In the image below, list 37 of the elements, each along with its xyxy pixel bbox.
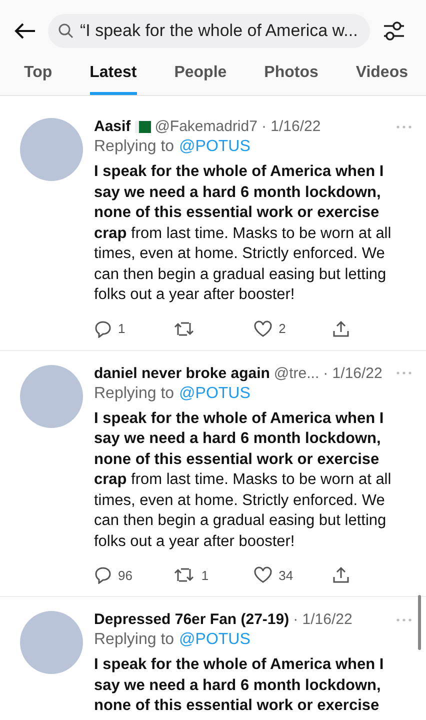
retweet-icon[interactable] [173,567,196,583]
tab[interactable]: Photos [264,60,318,95]
tab[interactable]: Videos [356,60,408,95]
back-arrow-icon[interactable] [14,22,36,40]
tweet-text: I speak for the whole of America when I say we need a hard 6 month lockdown, none of this essential work or exercise crap from last time. Masks to be worn at all times, even at home. Strictly enforced. We can then begin a gradual easing but letting folks out a year after booster! [94,408,392,552]
user-name[interactable]: Depressed 76er Fan (27-19) [94,611,290,628]
tab[interactable]: Latest [90,60,137,95]
user-name[interactable]: daniel never broke again [94,364,270,382]
user-handle: @tre... [274,364,320,382]
like-count: 34 [278,568,294,582]
reply-count: 1 [118,321,126,336]
tab[interactable]: People [174,60,227,95]
search-icon [58,23,74,39]
settings-icon[interactable] [382,20,406,42]
user-name[interactable]: Aasif [94,118,131,135]
tweet-text: I speak for the whole of America when I say we need a hard 6 month lockdown, none of this essential work or exercise [94,655,385,716]
share-icon[interactable] [332,566,350,584]
search-field[interactable]: “I speak for the whole of America w... [48,14,370,48]
retweet-count: 1 [201,568,209,582]
user-handle: @Fakemadrid7 [154,118,258,135]
heart-icon[interactable] [252,320,273,338]
share-icon[interactable] [332,320,350,338]
retweet-icon[interactable] [173,320,196,336]
replying-label: Replying to [94,631,174,649]
reply-count: 96 [118,568,132,582]
replying-label: Replying to [94,138,174,156]
tab[interactable]: Top [24,60,52,95]
reply-icon[interactable] [94,320,112,338]
replying-label: Replying to [94,384,174,402]
tweet-text: I speak for the whole of America when I say we need a hard 6 month lockdown, none of this essential work or exercise crap from last time. Masks to be worn at all times, even at home. Strictly enforced. We can then begin a gradual easing but letting folks out a year after booster! [94,162,392,305]
tweet-date: · 1/16/22 [323,364,382,382]
like-count: 2 [278,321,286,336]
tweet-date: · 1/16/22 [293,611,352,628]
scrollbar[interactable] [418,595,421,650]
tweet-date: · 1/16/22 [261,118,321,135]
heart-icon[interactable] [252,566,273,584]
reply-icon[interactable] [94,566,112,584]
